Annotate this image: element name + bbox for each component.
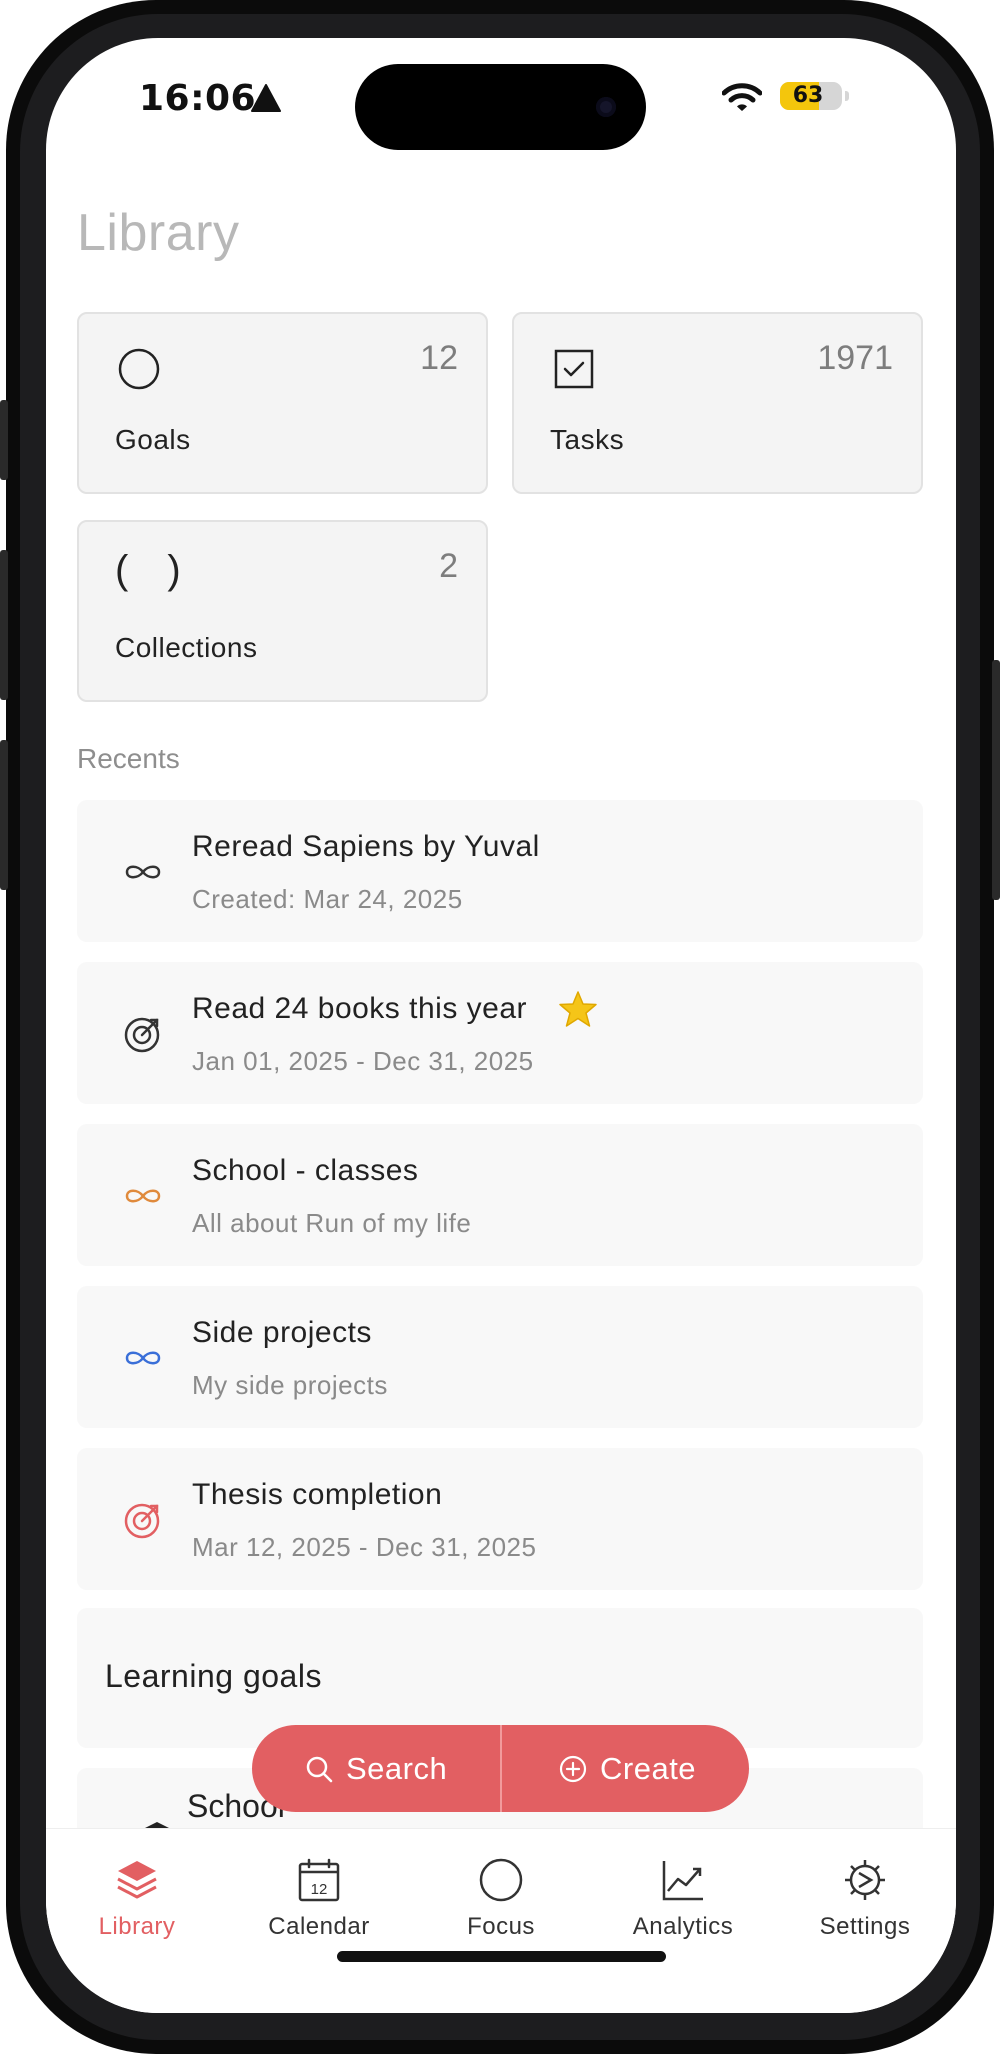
collections-label: Collections xyxy=(115,632,258,663)
search-button-label: Search xyxy=(346,1750,448,1786)
recent-item[interactable]: School - classes All about Run of my lif… xyxy=(77,1124,923,1266)
goals-card[interactable]: 12 Goals xyxy=(77,312,488,494)
front-camera xyxy=(596,97,616,117)
tab-label: Focus xyxy=(467,1913,535,1940)
recent-item[interactable]: Side projects My side projects xyxy=(77,1286,923,1428)
power-button xyxy=(992,660,1000,900)
recent-item-title: Side projects xyxy=(192,1316,372,1349)
target-icon xyxy=(124,1017,160,1053)
tab-bar: Library 12 Calendar Focus Analytics Sett… xyxy=(46,1828,956,2013)
recent-item-title: Reread Sapiens by Yuval xyxy=(192,830,540,863)
recents-heading: Recents xyxy=(77,743,180,774)
tab-label: Calendar xyxy=(268,1913,370,1940)
calendar-day: 12 xyxy=(311,1881,328,1898)
app-screen: 16:06 63 Library 12 Goals 1971 Tasks ()… xyxy=(46,38,956,2013)
tab-library[interactable]: Library xyxy=(46,1857,228,1941)
recent-item-title: Thesis completion xyxy=(192,1478,443,1511)
battery-icon: 63 xyxy=(780,82,842,110)
tab-label: Library xyxy=(98,1913,176,1940)
recent-item-subtitle: My side projects xyxy=(192,1370,388,1400)
tasks-card[interactable]: 1971 Tasks xyxy=(512,312,923,494)
recent-item-subtitle: Created: Mar 24, 2025 xyxy=(192,884,463,914)
search-button[interactable]: Search xyxy=(304,1725,447,1812)
circle-icon xyxy=(479,1858,523,1902)
status-time: 16:06 xyxy=(139,78,257,119)
gear-icon xyxy=(845,1860,885,1900)
recent-item-subtitle: Mar 12, 2025 - Dec 31, 2025 xyxy=(192,1532,537,1562)
battery-tip xyxy=(845,91,849,101)
target-icon xyxy=(124,1503,160,1539)
volume-up-button xyxy=(0,550,8,700)
create-button-label: Create xyxy=(600,1750,697,1786)
status-bar: 16:06 63 xyxy=(46,38,956,158)
tab-label: Analytics xyxy=(632,1913,734,1940)
recent-item[interactable]: Read 24 books this year Jan 01, 2025 - D… xyxy=(77,962,923,1104)
battery-percent: 63 xyxy=(792,83,824,108)
tab-analytics[interactable]: Analytics xyxy=(592,1857,774,1941)
infinity-icon xyxy=(125,1351,161,1365)
infinity-icon xyxy=(125,865,161,879)
recent-item-subtitle: Jan 01, 2025 - Dec 31, 2025 xyxy=(192,1046,534,1076)
action-pill: Search Create xyxy=(252,1725,749,1812)
recent-item-title: School - classes xyxy=(192,1154,419,1187)
circle-icon xyxy=(118,348,160,390)
parentheses-icon: ( ) xyxy=(115,548,195,592)
collections-count: 2 xyxy=(439,547,458,585)
infinity-icon xyxy=(125,1189,161,1203)
search-icon xyxy=(306,1756,333,1782)
calendar-icon: 12 xyxy=(298,1858,340,1902)
add-circle-icon xyxy=(559,1755,587,1782)
chart-icon xyxy=(662,1861,703,1901)
recent-item[interactable]: Thesis completion Mar 12, 2025 - Dec 31,… xyxy=(77,1448,923,1590)
tasks-label: Tasks xyxy=(550,424,625,455)
group-title: Learning goals xyxy=(105,1658,322,1694)
recent-item-subtitle: All about Run of my life xyxy=(192,1208,472,1238)
volume-down-button xyxy=(0,740,8,890)
goals-count: 12 xyxy=(420,339,458,377)
page-title: Library xyxy=(77,204,240,262)
collections-card[interactable]: ( ) 2 Collections xyxy=(77,520,488,702)
recent-item-title: Read 24 books this year xyxy=(192,992,528,1025)
tab-settings[interactable]: Settings xyxy=(774,1857,956,1941)
home-indicator xyxy=(337,1951,666,1962)
goals-label: Goals xyxy=(115,424,191,455)
star-icon xyxy=(559,991,597,1027)
create-button[interactable]: Create xyxy=(558,1725,696,1812)
mute-switch xyxy=(0,400,8,480)
tab-calendar[interactable]: 12 Calendar xyxy=(228,1857,410,1941)
location-arrow-icon xyxy=(251,84,281,112)
tasks-count: 1971 xyxy=(817,339,893,377)
layers-icon xyxy=(117,1861,157,1899)
recent-item[interactable]: Reread Sapiens by Yuval Created: Mar 24,… xyxy=(77,800,923,942)
tab-focus[interactable]: Focus xyxy=(410,1857,592,1941)
dynamic-island xyxy=(355,64,646,150)
checkbox-icon xyxy=(554,349,594,389)
wifi-icon xyxy=(722,83,762,111)
tab-label: Settings xyxy=(819,1913,911,1940)
pill-divider xyxy=(500,1725,502,1812)
